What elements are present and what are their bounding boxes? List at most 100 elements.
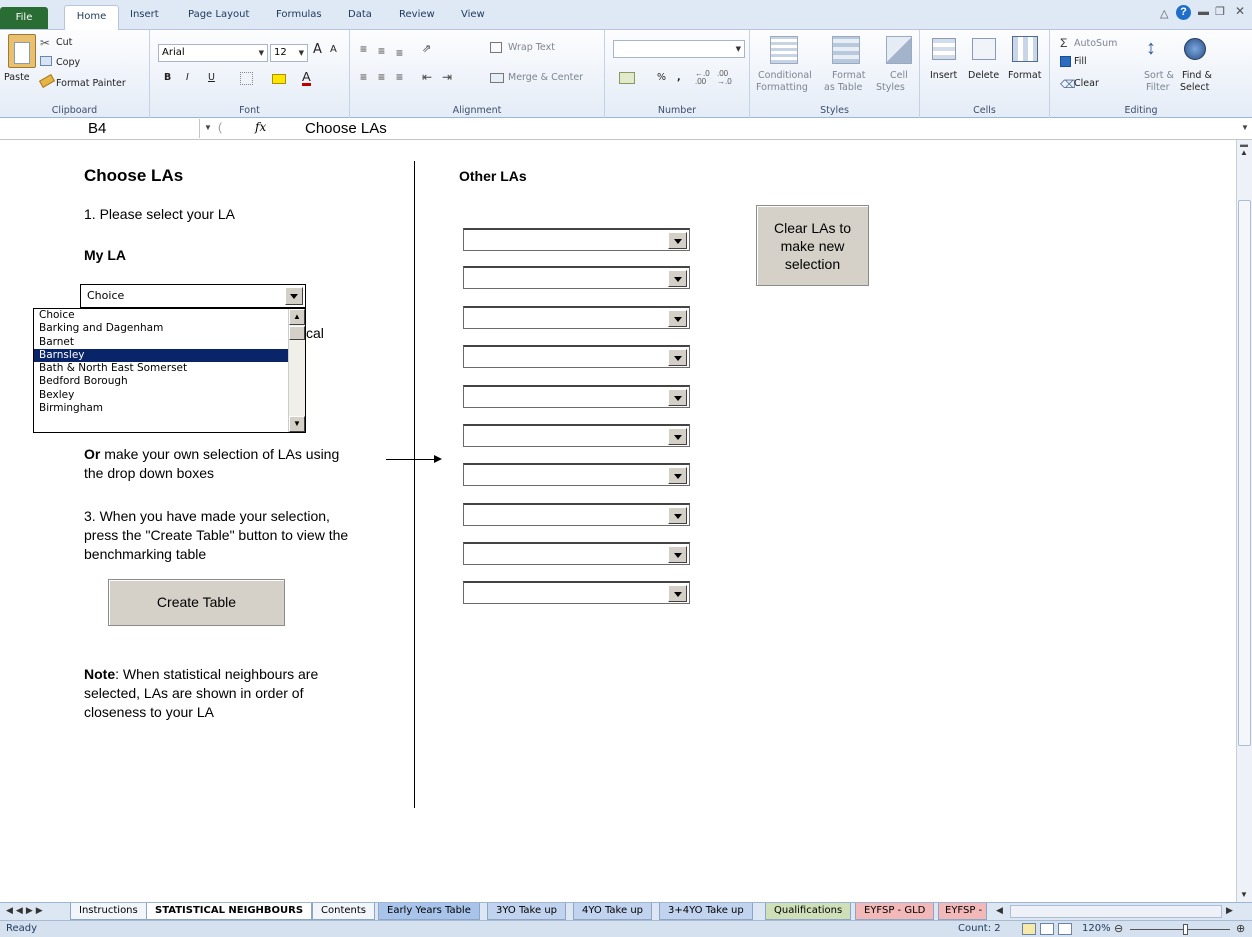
- cell-styles-button[interactable]: Cell: [890, 70, 908, 81]
- tab-scroll-left-icon[interactable]: ◀: [996, 905, 1003, 916]
- other-la-select-6[interactable]: [463, 424, 690, 447]
- sheet-tab-3plus4yo-take-up[interactable]: 3+4YO Take up: [659, 903, 753, 920]
- chevron-down-icon[interactable]: [668, 349, 687, 366]
- scroll-down-icon[interactable]: ▼: [1240, 890, 1248, 899]
- insert-function-button[interactable]: fx: [255, 120, 266, 134]
- zoom-slider-thumb[interactable]: [1183, 924, 1188, 935]
- list-scrollbar[interactable]: ▲ ▼: [288, 309, 305, 432]
- create-table-button[interactable]: Create Table: [108, 579, 285, 626]
- minimize-window-icon[interactable]: ▬: [1198, 6, 1209, 18]
- conditional-formatting-button[interactable]: Conditional: [758, 70, 812, 81]
- normal-view-icon[interactable]: [1022, 923, 1036, 935]
- align-top-icon[interactable]: ≡: [360, 42, 367, 56]
- fill-color-icon[interactable]: [272, 74, 286, 84]
- help-icon[interactable]: ?: [1176, 5, 1191, 20]
- align-bottom-icon[interactable]: ≡: [396, 46, 403, 60]
- restore-window-icon[interactable]: ❐: [1215, 5, 1225, 18]
- sheet-tab-early-years-table[interactable]: Early Years Table: [378, 903, 480, 920]
- tab-review[interactable]: Review: [399, 9, 435, 20]
- sheet-tab-eyfsp[interactable]: EYFSP -: [938, 903, 988, 920]
- tab-data[interactable]: Data: [348, 9, 372, 20]
- conditional-formatting-button-line2[interactable]: Formatting: [756, 82, 808, 93]
- list-item-selected[interactable]: Barnsley: [34, 348, 289, 363]
- scroll-thumb[interactable]: [289, 326, 305, 340]
- grow-font-button[interactable]: A: [313, 42, 322, 57]
- list-item[interactable]: Bedford Borough: [34, 375, 289, 388]
- clear-button[interactable]: Clear: [1074, 78, 1099, 89]
- tab-view[interactable]: View: [461, 9, 485, 20]
- expand-formula-bar-icon[interactable]: ▼: [1241, 123, 1249, 132]
- zoom-level[interactable]: 120%: [1082, 923, 1111, 934]
- chevron-down-icon[interactable]: [285, 287, 303, 305]
- zoom-out-icon[interactable]: ⊖: [1114, 922, 1123, 935]
- tab-file[interactable]: File: [0, 7, 48, 29]
- delete-button[interactable]: Delete: [968, 70, 999, 81]
- chevron-down-icon[interactable]: [668, 389, 687, 406]
- vertical-scrollbar[interactable]: ▬ ▲ ▼: [1236, 140, 1252, 902]
- horizontal-scrollbar[interactable]: [1010, 905, 1222, 918]
- clear-las-button[interactable]: Clear LAs to make new selection: [756, 205, 869, 286]
- name-box[interactable]: B4: [0, 119, 200, 138]
- increase-indent-icon[interactable]: ⇥: [442, 70, 452, 84]
- zoom-in-icon[interactable]: ⊕: [1236, 922, 1245, 935]
- list-item[interactable]: Barking and Dagenham: [34, 322, 289, 335]
- number-format-select[interactable]: ▼: [613, 40, 745, 58]
- copy-button[interactable]: Copy: [56, 57, 80, 68]
- sheet-nav-icon[interactable]: ◀◀▶▶: [6, 905, 46, 916]
- tab-formulas[interactable]: Formulas: [276, 9, 322, 20]
- font-name-select[interactable]: Arial ▼: [158, 44, 268, 62]
- merge-center-button[interactable]: Merge & Center: [508, 72, 583, 83]
- minimize-ribbon-icon[interactable]: △: [1160, 7, 1168, 20]
- cut-button[interactable]: Cut: [56, 37, 72, 48]
- other-la-select-9[interactable]: [463, 542, 690, 565]
- chevron-down-icon[interactable]: [668, 310, 687, 327]
- format-as-table-button[interactable]: Format: [832, 70, 865, 81]
- sheet-tab-contents[interactable]: Contents: [312, 903, 375, 920]
- name-box-dropdown-icon[interactable]: ▼: [204, 123, 212, 132]
- tab-home[interactable]: Home: [64, 5, 119, 30]
- tab-page-layout[interactable]: Page Layout: [188, 9, 249, 20]
- page-break-view-icon[interactable]: [1058, 923, 1072, 935]
- find-select-button[interactable]: Find &: [1182, 70, 1212, 81]
- other-la-select-7[interactable]: [463, 463, 690, 486]
- chevron-down-icon[interactable]: [668, 232, 687, 249]
- comma-button[interactable]: ,: [677, 72, 681, 83]
- sheet-tab-4yo-take-up[interactable]: 4YO Take up: [573, 903, 653, 920]
- page-layout-view-icon[interactable]: [1040, 923, 1054, 935]
- scroll-up-icon[interactable]: ▲: [1240, 148, 1248, 157]
- align-right-icon[interactable]: ≡: [396, 70, 403, 84]
- formula-input[interactable]: Choose LAs: [305, 119, 387, 138]
- other-la-select-3[interactable]: [463, 306, 690, 329]
- scroll-up-icon[interactable]: ▲: [289, 309, 305, 325]
- scroll-thumb[interactable]: [1238, 200, 1251, 746]
- sheet-tab-3yo-take-up[interactable]: 3YO Take up: [487, 903, 567, 920]
- list-item[interactable]: Choice: [34, 309, 289, 322]
- sort-filter-button[interactable]: Sort &: [1144, 70, 1174, 81]
- orientation-icon[interactable]: ⇗: [422, 42, 431, 55]
- decrease-indent-icon[interactable]: ⇤: [422, 70, 432, 84]
- sort-filter-button-line2[interactable]: Filter: [1146, 82, 1170, 93]
- chevron-down-icon[interactable]: [668, 428, 687, 445]
- autosum-button[interactable]: AutoSum: [1074, 38, 1117, 49]
- chevron-down-icon[interactable]: [668, 585, 687, 602]
- bold-button[interactable]: B: [164, 72, 171, 83]
- list-item[interactable]: Birmingham: [34, 402, 289, 415]
- sheet-tab-qualifications[interactable]: Qualifications: [765, 903, 852, 920]
- chevron-down-icon[interactable]: [668, 467, 687, 484]
- italic-button[interactable]: I: [186, 72, 189, 83]
- other-la-select-10[interactable]: [463, 581, 690, 604]
- percent-button[interactable]: %: [657, 72, 666, 83]
- decrease-decimal-icon[interactable]: .00 →.0: [717, 70, 732, 86]
- format-painter-button[interactable]: Format Painter: [56, 78, 126, 89]
- my-la-select[interactable]: Choice: [80, 284, 306, 308]
- fill-button[interactable]: Fill: [1074, 56, 1087, 67]
- chevron-down-icon[interactable]: [668, 270, 687, 287]
- scroll-down-icon[interactable]: ▼: [289, 416, 305, 432]
- shrink-font-button[interactable]: A: [330, 44, 337, 55]
- tab-scroll-right-icon[interactable]: ▶: [1226, 905, 1233, 916]
- sheet-tab-eyfsp-gld[interactable]: EYFSP - GLD: [855, 903, 935, 920]
- zoom-slider[interactable]: [1130, 929, 1230, 930]
- other-la-select-8[interactable]: [463, 503, 690, 526]
- tab-insert[interactable]: Insert: [130, 9, 159, 20]
- other-la-select-4[interactable]: [463, 345, 690, 368]
